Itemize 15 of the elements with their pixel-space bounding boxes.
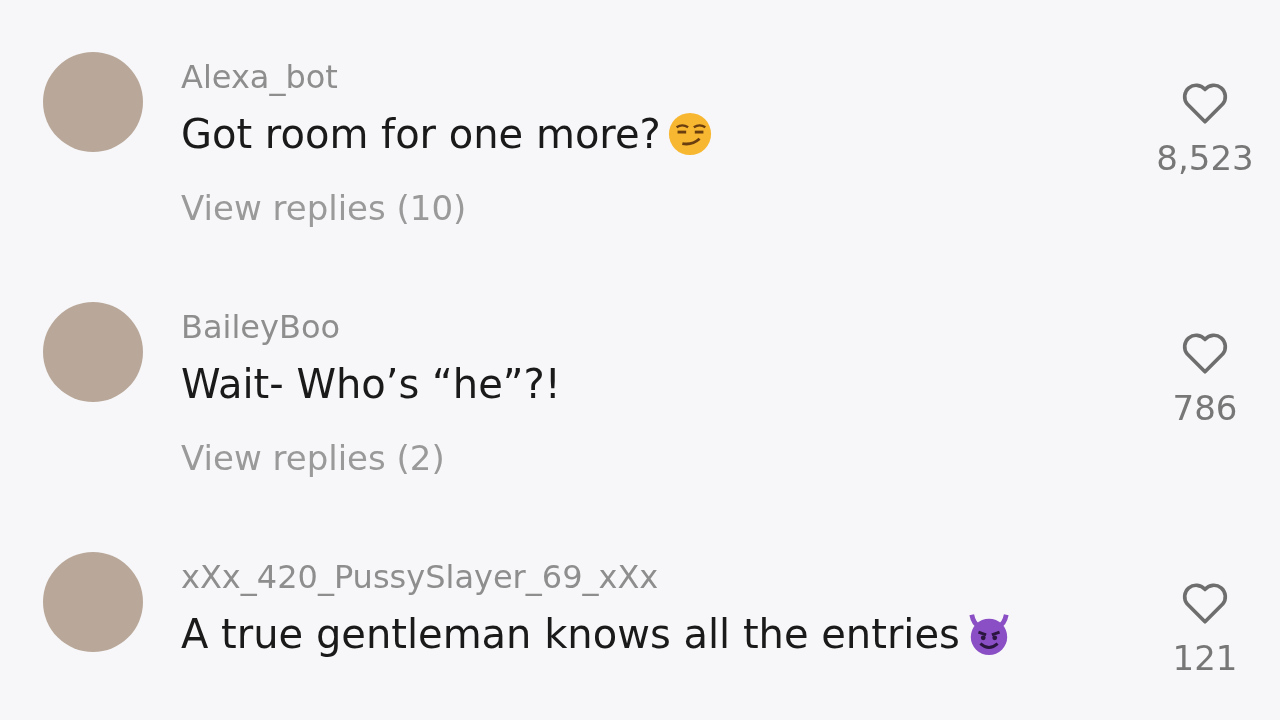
view-replies-link[interactable]: View replies (10) — [181, 188, 467, 228]
heart-icon[interactable] — [1180, 80, 1230, 126]
username[interactable]: BaileyBoo — [181, 302, 341, 352]
like-count: 121 — [1172, 638, 1238, 678]
comment-text: Wait- Who’s “he”?! — [181, 361, 561, 407]
like-count: 8,523 — [1156, 138, 1254, 178]
comment-text: Got room for one more? — [181, 111, 661, 157]
username[interactable]: xXx_420_PussySlayer_69_xXx — [181, 552, 659, 602]
username[interactable]: Alexa_bot — [181, 52, 338, 102]
smirking-face-icon — [666, 111, 713, 157]
heart-icon[interactable] — [1180, 580, 1230, 626]
view-replies-link[interactable]: View replies (2) — [181, 438, 445, 478]
comment-text: A true gentleman knows all the entries — [181, 611, 960, 657]
like-count: 786 — [1172, 388, 1238, 428]
heart-icon[interactable] — [1180, 330, 1230, 376]
